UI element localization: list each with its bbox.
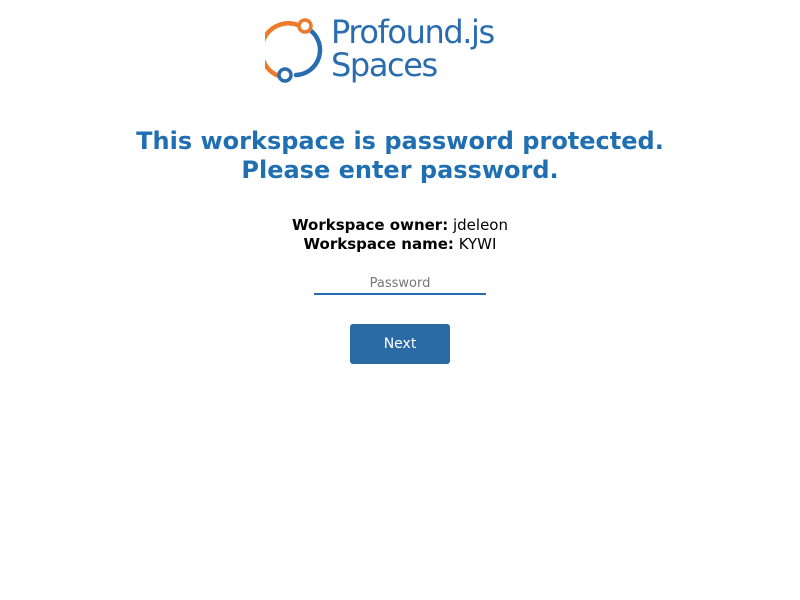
- password-field-wrapper: [314, 272, 486, 295]
- profound-logo: Profound.js Spaces: [265, 16, 505, 88]
- brand-wordmark: Profound.js Spaces: [331, 13, 495, 84]
- brand-name-line2: Spaces: [331, 46, 438, 84]
- brand-name-line1: Profound.js: [331, 13, 495, 51]
- workspace-owner-label: Workspace owner:: [292, 216, 449, 234]
- workspace-name-row: Workspace name: KYWI: [0, 235, 800, 254]
- next-button[interactable]: Next: [350, 324, 450, 364]
- password-page: Profound.js Spaces This workspace is pas…: [0, 0, 800, 600]
- heading-line2: Please enter password.: [241, 156, 559, 184]
- password-input[interactable]: [314, 274, 486, 295]
- workspace-info: Workspace owner: jdeleon Workspace name:…: [0, 216, 800, 254]
- page-heading: This workspace is password protected. Pl…: [0, 127, 800, 185]
- workspace-owner-value: jdeleon: [452, 216, 508, 234]
- heading-line1: This workspace is password protected.: [136, 127, 664, 155]
- profound-ring-logo-icon: [265, 18, 323, 83]
- workspace-name-label: Workspace name:: [303, 235, 454, 253]
- workspace-owner-row: Workspace owner: jdeleon: [0, 216, 800, 235]
- workspace-name-value: KYWI: [458, 235, 497, 253]
